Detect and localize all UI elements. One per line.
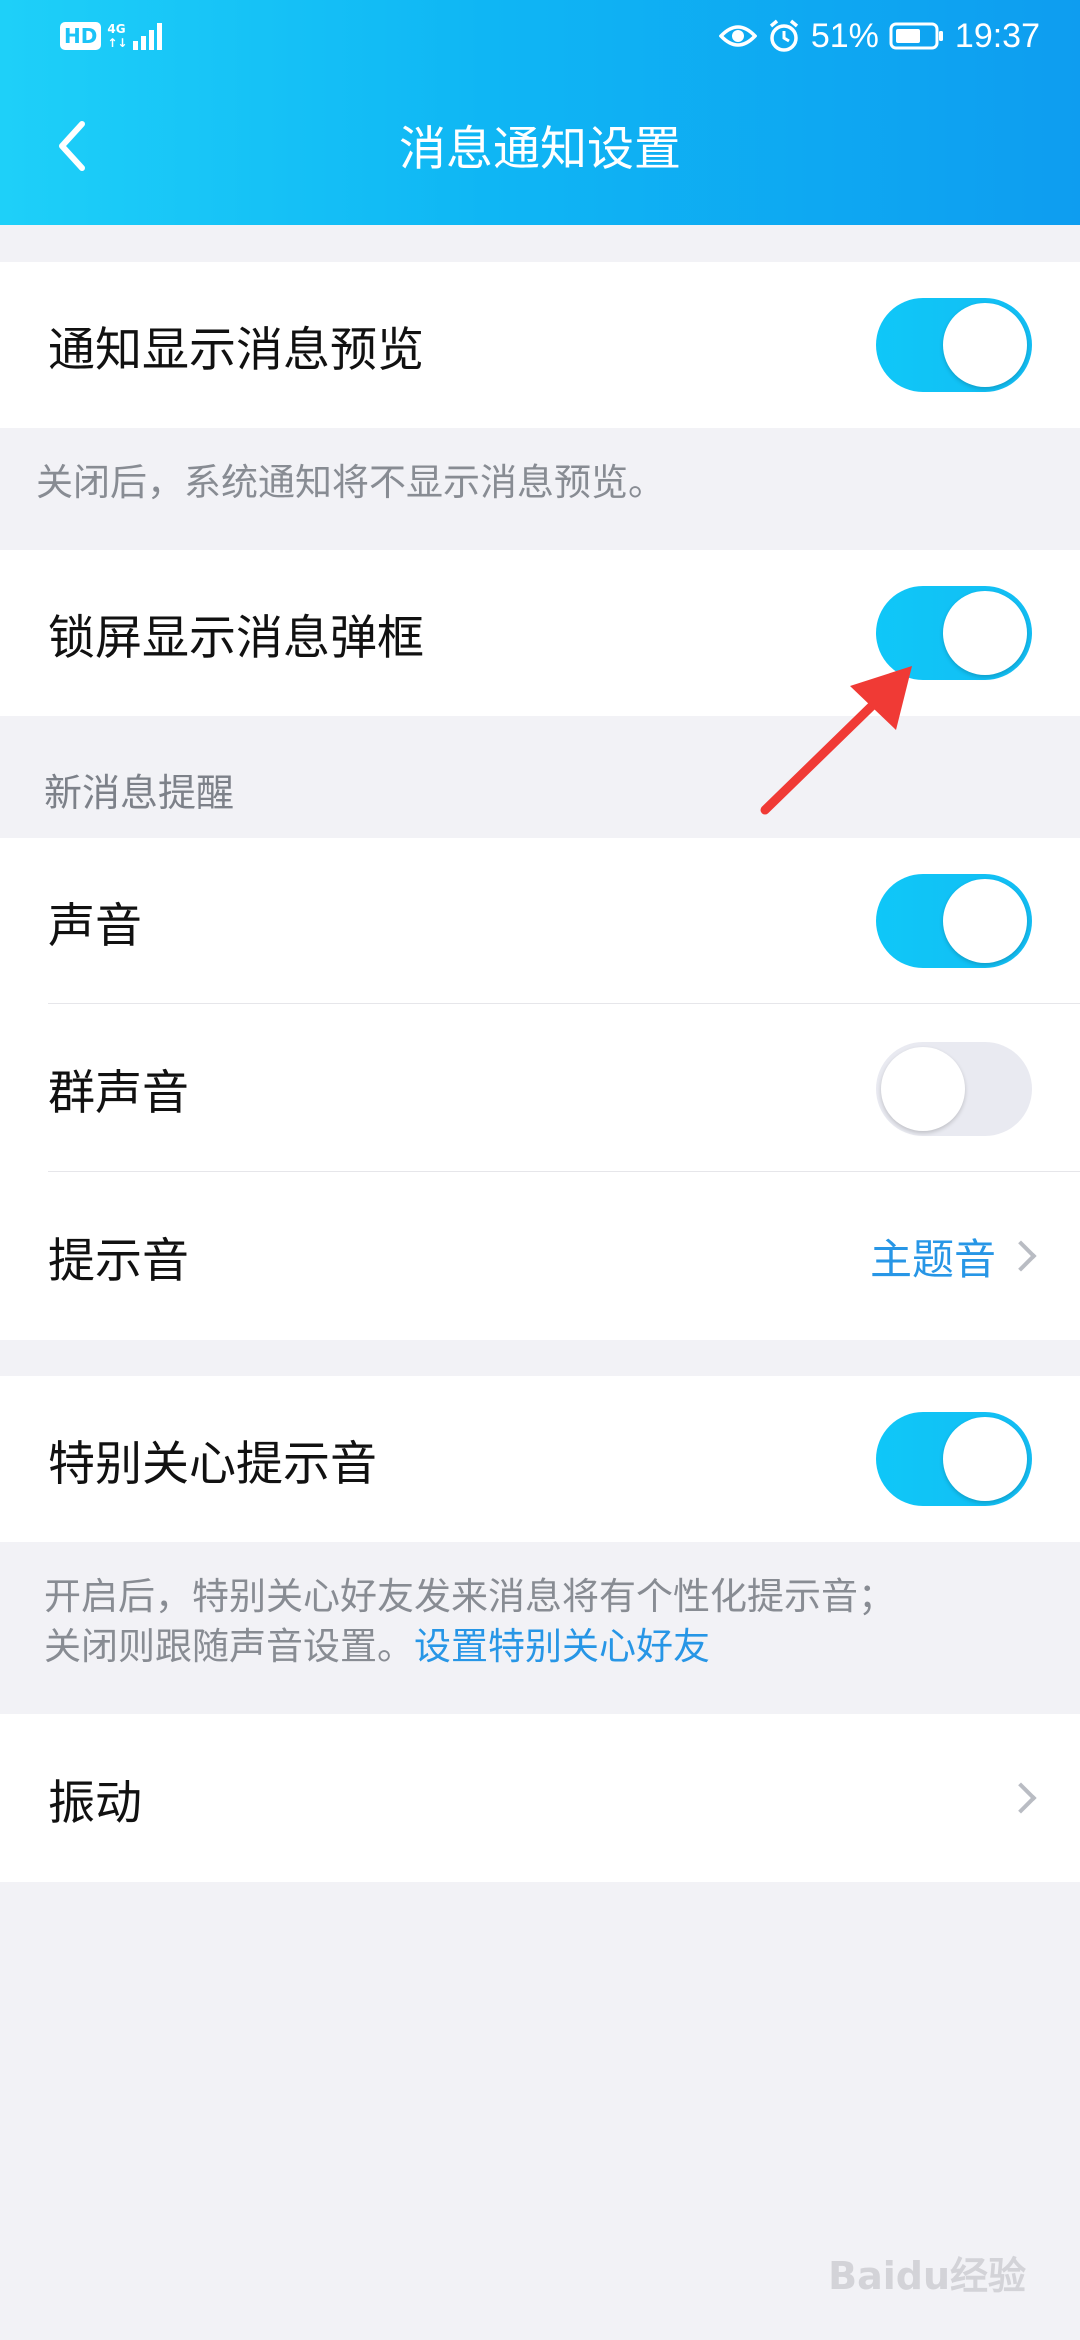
setting-sound-label: 声音 bbox=[48, 898, 142, 954]
network-indicator: 4G ↑↓ bbox=[107, 22, 127, 50]
setting-lockscreen-label: 锁屏显示消息弹框 bbox=[48, 610, 424, 666]
tone-value-text: 主题音 bbox=[869, 1234, 996, 1284]
lockscreen-toggle[interactable] bbox=[876, 586, 1032, 680]
status-right: 51% 19:37 bbox=[709, 14, 1040, 58]
setting-vibration-label: 振动 bbox=[48, 1775, 142, 1831]
setting-group-sound-row: 群声音 bbox=[0, 1004, 1080, 1172]
setting-group-sound-label: 群声音 bbox=[48, 1065, 189, 1121]
set-special-care-link[interactable]: 设置特别关心好友 bbox=[414, 1625, 710, 1668]
special-care-note-line2-text: 关闭则跟随声音设置。 bbox=[44, 1625, 414, 1668]
special-care-note: 开启后，特别关心好友发来消息将有个性化提示音； 关闭则跟随声音设置。设置特别关心… bbox=[44, 1572, 895, 1672]
eye-icon bbox=[718, 25, 757, 47]
chevron-right-icon bbox=[1005, 1782, 1037, 1814]
signal-icon bbox=[133, 23, 163, 50]
watermark: Baidu经验 bbox=[828, 2254, 1026, 2298]
battery-percent: 51% bbox=[810, 16, 879, 55]
special-care-note-line2: 关闭则跟随声音设置。设置特别关心好友 bbox=[44, 1622, 895, 1672]
setting-preview-row: 通知显示消息预览 bbox=[0, 262, 1080, 428]
page-title: 消息通知设置 bbox=[399, 122, 681, 177]
toggle-knob bbox=[943, 591, 1027, 675]
special-care-note-line1: 开启后，特别关心好友发来消息将有个性化提示音； bbox=[44, 1575, 895, 1618]
group-sound-toggle[interactable] bbox=[876, 1042, 1032, 1136]
setting-special-care-label: 特别关心提示音 bbox=[48, 1436, 377, 1492]
setting-sound-row: 声音 bbox=[0, 838, 1080, 1004]
status-time: 19:37 bbox=[954, 16, 1040, 55]
preview-note: 关闭后，系统通知将不显示消息预览。 bbox=[36, 461, 665, 504]
battery-icon bbox=[889, 22, 943, 50]
status-left: HD 4G ↑↓ bbox=[60, 18, 167, 54]
vibration-chevron bbox=[996, 1782, 1037, 1814]
tone-value: 主题音 bbox=[869, 1226, 1037, 1287]
hd-badge: HD bbox=[60, 22, 102, 50]
setting-special-care-row: 特别关心提示音 bbox=[0, 1376, 1080, 1542]
setting-tone-label: 提示音 bbox=[48, 1233, 189, 1289]
title-bar: 消息通知设置 bbox=[0, 90, 1080, 210]
setting-preview-label: 通知显示消息预览 bbox=[48, 322, 424, 378]
toggle-knob bbox=[943, 1417, 1027, 1501]
sound-toggle[interactable] bbox=[876, 874, 1032, 968]
toggle-knob bbox=[943, 879, 1027, 963]
setting-tone-row[interactable]: 提示音 主题音 bbox=[0, 1172, 1080, 1340]
chevron-right-icon bbox=[1005, 1240, 1037, 1272]
alarm-icon bbox=[769, 19, 798, 52]
network-activity: ↑↓ bbox=[107, 36, 128, 50]
network-gen: 4G bbox=[107, 22, 126, 36]
setting-vibration-row[interactable]: 振动 bbox=[0, 1714, 1080, 1882]
toggle-knob bbox=[943, 303, 1027, 387]
preview-toggle[interactable] bbox=[876, 298, 1032, 392]
app-header: HD 4G ↑↓ 51% 19:37 消息通知设置 bbox=[0, 0, 1080, 225]
special-care-toggle[interactable] bbox=[876, 1412, 1032, 1506]
setting-lockscreen-row: 锁屏显示消息弹框 bbox=[0, 550, 1080, 716]
toggle-knob bbox=[881, 1047, 965, 1131]
status-bar: HD 4G ↑↓ 51% 19:37 bbox=[0, 0, 1080, 72]
new-message-section-header: 新消息提醒 bbox=[44, 771, 235, 815]
